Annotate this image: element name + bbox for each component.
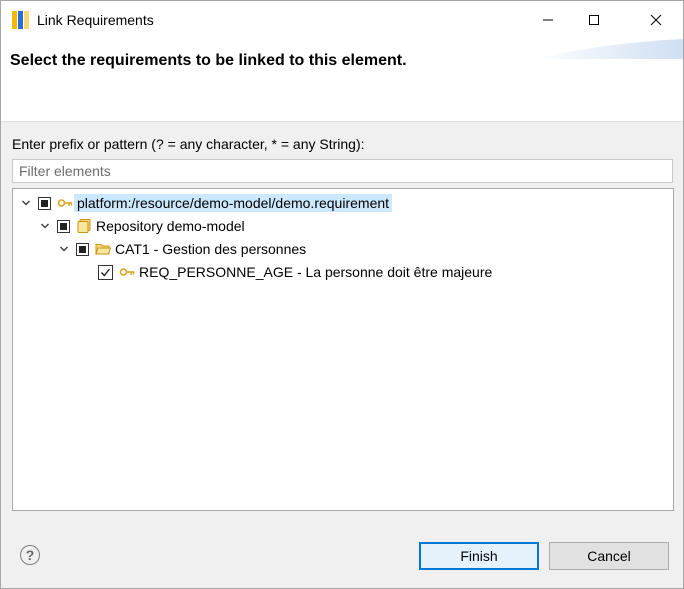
repository-icon: [76, 218, 92, 234]
chevron-down-icon[interactable]: [19, 196, 33, 210]
close-icon: [650, 14, 662, 26]
dialog-header: Select the requirements to be linked to …: [1, 39, 683, 122]
minimize-icon: [543, 19, 553, 21]
help-icon[interactable]: ?: [20, 545, 40, 565]
tree-checkbox[interactable]: [57, 219, 70, 233]
tree-row-requirement-resource[interactable]: platform:/resource/demo-model/demo.requi…: [19, 192, 393, 214]
maximize-icon: [589, 15, 599, 25]
tree-checkbox[interactable]: [76, 242, 89, 256]
tree-checkbox[interactable]: [38, 196, 51, 210]
key-icon: [57, 195, 73, 211]
dialog-window: Link Requirements Select the requirement…: [0, 0, 684, 589]
finish-button[interactable]: Finish: [419, 542, 539, 570]
filter-label: Enter prefix or pattern (? = any charact…: [12, 136, 365, 152]
tree-row-label: platform:/resource/demo-model/demo.requi…: [74, 194, 393, 212]
tree-row-label: Repository demo-model: [96, 218, 245, 234]
tree-row-label: REQ_PERSONNE_AGE - La personne doit être…: [139, 264, 493, 280]
tree-row-repository[interactable]: Repository demo-model: [38, 215, 245, 237]
cancel-button[interactable]: Cancel: [549, 542, 669, 570]
header-banner-graphic: [533, 39, 683, 59]
chevron-down-icon[interactable]: [38, 219, 52, 233]
maximize-button[interactable]: [571, 1, 617, 39]
tree-row-requirement[interactable]: REQ_PERSONNE_AGE - La personne doit être…: [98, 261, 492, 283]
tree-checkbox-checked[interactable]: [98, 264, 113, 280]
folder-icon: [95, 241, 111, 257]
chevron-down-icon[interactable]: [57, 242, 71, 256]
title-bar[interactable]: Link Requirements: [1, 1, 683, 39]
filter-input[interactable]: [12, 159, 673, 183]
key-icon: [119, 264, 135, 280]
window-title: Link Requirements: [37, 12, 154, 28]
header-title: Select the requirements to be linked to …: [10, 52, 407, 69]
tree-row-label: CAT1 - Gestion des personnes: [115, 241, 307, 257]
minimize-button[interactable]: [525, 1, 571, 39]
tree-row-category[interactable]: CAT1 - Gestion des personnes: [57, 238, 306, 260]
requirements-tree[interactable]: platform:/resource/demo-model/demo.requi…: [12, 188, 674, 511]
app-icon: [12, 11, 29, 29]
close-button[interactable]: [633, 1, 679, 39]
